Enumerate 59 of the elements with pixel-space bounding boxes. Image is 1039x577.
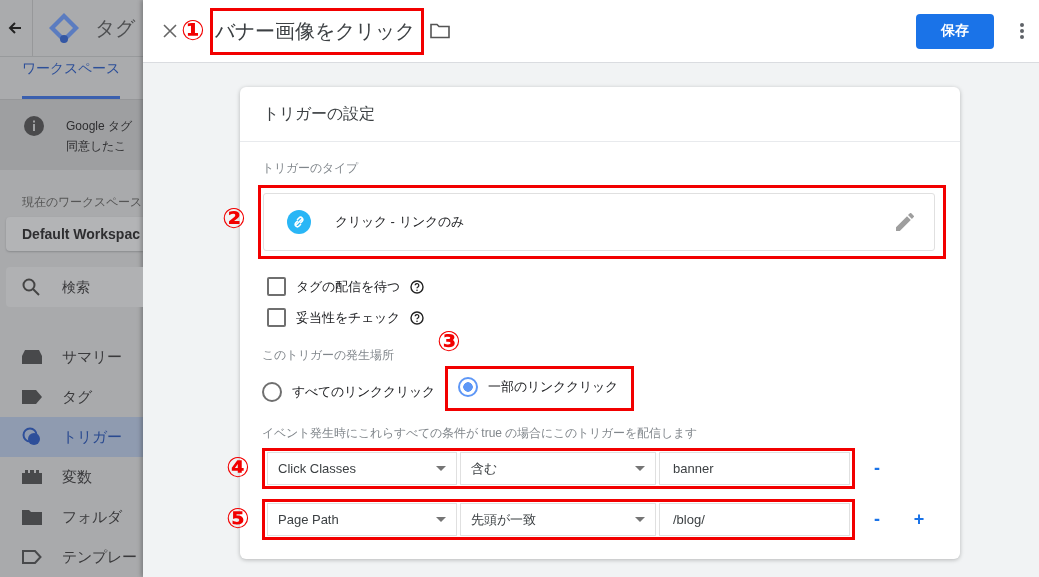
caret-icon <box>436 517 446 522</box>
caret-icon <box>635 466 645 471</box>
nav-item[interactable]: サマリー <box>0 337 143 377</box>
section-label: イベント発生時にこれらすべての条件が true の場合にこのトリガーを配信します <box>262 425 699 442</box>
callout-number: ① <box>181 16 205 45</box>
value-field[interactable]: /blog/ <box>659 503 850 536</box>
notice-text: 同意したこ <box>66 138 127 156</box>
more-menu-icon[interactable] <box>1020 23 1024 39</box>
search-icon <box>22 278 40 296</box>
help-icon[interactable] <box>410 310 424 325</box>
caret-icon <box>635 517 645 522</box>
nav-item[interactable]: フォルダ <box>0 497 143 537</box>
callout-number: ④ <box>226 454 250 482</box>
save-button[interactable]: 保存 <box>916 13 994 49</box>
pencil-icon[interactable] <box>896 213 914 231</box>
tray-icon <box>22 349 42 365</box>
nav-item[interactable]: タグ <box>0 377 143 417</box>
help-icon[interactable] <box>410 279 424 294</box>
callout-number: ② <box>222 205 246 233</box>
section-label: トリガーのタイプ <box>262 160 360 177</box>
logo-icon <box>47 11 81 46</box>
remove-button[interactable]: - <box>857 457 897 480</box>
add-button[interactable]: + <box>899 508 939 531</box>
checkbox-label: タグの配信を待つ <box>296 277 400 296</box>
card-heading: トリガーの設定 <box>240 87 960 142</box>
search-field[interactable]: 検索 <box>6 267 143 307</box>
blocks-icon <box>22 470 42 484</box>
app-title: タグ <box>95 15 135 41</box>
variable-dropdown[interactable]: Page Path <box>267 503 457 536</box>
folder-icon[interactable] <box>430 23 450 39</box>
checkbox-label: 妥当性をチェック <box>296 308 400 327</box>
workspace-label: 現在のワークスペース <box>22 194 143 212</box>
remove-button[interactable]: - <box>857 508 897 531</box>
checkbox[interactable] <box>267 308 286 327</box>
section-label: このトリガーの発生場所 <box>262 347 395 364</box>
operator-dropdown[interactable]: 含む <box>460 452 656 485</box>
radio-option[interactable]: 一部のリンククリック <box>458 377 631 397</box>
radio-option[interactable]: すべてのリンククリック <box>262 382 435 411</box>
checkbox[interactable] <box>267 277 286 296</box>
folder-icon <box>22 509 42 525</box>
label-icon <box>22 390 42 404</box>
label-outline-icon <box>22 550 42 564</box>
callout-number: ③ <box>437 328 461 356</box>
trigger-name[interactable]: バナー画像をクリック <box>215 19 415 42</box>
nav-item[interactable]: テンプレー <box>0 537 143 577</box>
link-icon <box>287 210 311 234</box>
variable-dropdown[interactable]: Click Classes <box>267 452 457 485</box>
back-arrow-icon[interactable] <box>8 21 22 36</box>
nav-item[interactable]: 変数 <box>0 457 143 497</box>
caret-icon <box>436 466 446 471</box>
notice-text: Google タグ <box>66 118 133 136</box>
value-field[interactable]: banner <box>659 452 850 485</box>
trigger-type-selector[interactable]: クリック - リンクのみ <box>263 193 935 251</box>
info-icon <box>24 116 44 137</box>
workspace-selector[interactable]: Default Workspac <box>6 217 143 251</box>
callout-number: ⑤ <box>226 505 250 533</box>
overlapping-circles-icon <box>22 427 42 447</box>
close-icon[interactable] <box>163 24 177 38</box>
operator-dropdown[interactable]: 先頭が一致 <box>460 503 656 536</box>
